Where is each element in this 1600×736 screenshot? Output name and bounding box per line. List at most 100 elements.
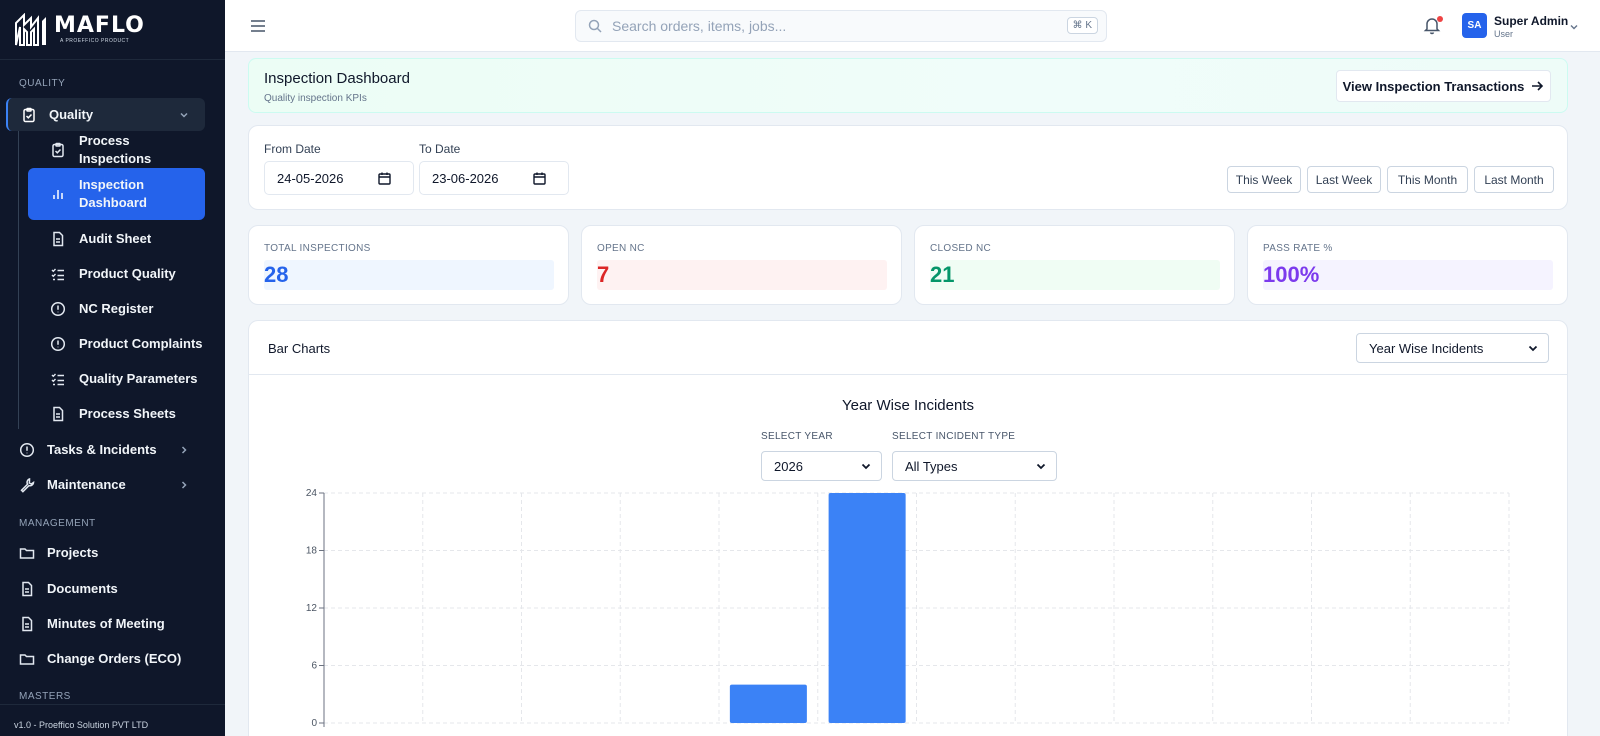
last-month-button[interactable]: Last Month [1474,166,1554,193]
year-select[interactable]: 2026 [761,451,882,481]
bar-charts-card: Bar Charts Year Wise Incidents Year Wise… [248,320,1568,736]
this-month-button[interactable]: This Month [1387,166,1468,193]
search-input[interactable] [612,18,1052,34]
chevron-down-icon [861,463,871,470]
sidebar-item-label: Quality [49,107,94,122]
chevron-down-icon [1528,345,1538,352]
clipboard-check-icon [23,107,35,122]
chevron-right-icon [181,480,187,489]
select-incident-type-label: SELECT INCIDENT TYPE [892,431,1016,442]
kpi-value: 7 [597,260,887,290]
section-label-masters: MASTERS [19,691,71,702]
select-value: Year Wise Incidents [1369,340,1484,356]
document-icon [22,581,33,596]
sidebar-item-quality-parameters[interactable]: Quality Parameters [28,362,205,396]
brand-name: MAFLO [54,13,145,38]
global-search[interactable]: ⌘ K [575,10,1107,42]
sidebar-item-label: Audit Sheet [79,231,152,246]
kpi-closed-nc: CLOSED NC 21 [914,225,1235,305]
chevron-down-icon[interactable] [1568,21,1580,33]
sidebar-item-process-sheets[interactable]: Process Sheets [28,397,205,431]
chart-title: Year Wise Incidents [841,397,974,414]
sidebar: MAFLO A PROEFFICO PRODUCT QUALITY Qualit… [0,0,225,736]
brand-logo[interactable]: MAFLO A PROEFFICO PRODUCT [0,0,225,60]
sidebar-item-quality[interactable]: Quality [6,98,205,131]
page-title: Inspection Dashboard [264,70,410,87]
select-value: All Types [905,458,958,474]
notification-dot [1437,16,1443,22]
user-name[interactable]: Super Admin [1494,14,1568,28]
calendar-icon[interactable] [533,172,546,185]
sidebar-item-product-quality[interactable]: Product Quality [28,257,205,291]
sidebar-divider [0,704,225,705]
select-year-label: SELECT YEAR [761,431,833,442]
incident-type-select[interactable]: All Types [892,451,1057,481]
version-label: v1.0 - Proeffico Solution PVT LTD [14,720,149,730]
sidebar-item-label: NC Register [79,301,154,316]
from-date-input[interactable]: 24-05-2026 [264,161,414,195]
kpi-label: OPEN NC [597,243,645,254]
sidebar-item-label: Product Complaints [79,336,203,351]
to-date-input[interactable]: 23-06-2026 [419,161,569,195]
y-tick-label: 6 [311,661,317,672]
section-label-management: MANAGEMENT [19,518,96,529]
maflo-logo-icon [15,12,46,46]
sidebar-item-nc-register[interactable]: NC Register [28,292,205,326]
chart-type-select[interactable]: Year Wise Incidents [1356,333,1549,363]
sidebar-item-change-orders[interactable]: Change Orders (ECO) [6,642,205,675]
kpi-label: CLOSED NC [930,243,992,254]
sidebar-item-maintenance[interactable]: Maintenance [6,468,205,501]
year-wise-incidents-chart: 0 6 12 18 24 [306,488,1510,729]
alert-circle-icon [19,442,35,457]
sidebar-item-label: Inspection Dashboard [79,177,147,210]
kpi-label: PASS RATE % [1263,243,1333,254]
chevron-down-icon [1036,463,1046,470]
list-check-icon [51,373,64,386]
sidebar-item-projects[interactable]: Projects [6,536,205,569]
sidebar-item-label: Process Inspections [79,133,152,166]
view-inspection-transactions-button[interactable]: View Inspection Transactions [1336,70,1551,102]
folder-icon [19,653,35,665]
kpi-total-inspections: TOTAL INSPECTIONS 28 [248,225,569,305]
sidebar-item-label: Process Sheets [79,406,176,421]
sidebar-item-product-complaints[interactable]: Product Complaints [28,327,205,361]
kpi-open-nc: OPEN NC 7 [581,225,902,305]
from-date-label: From Date [264,142,321,156]
folder-icon [19,547,35,559]
sidebar-item-minutes-of-meeting[interactable]: Minutes of Meeting [6,607,205,640]
sidebar-item-process-inspections[interactable]: Process Inspections [28,133,205,167]
hamburger-menu-icon[interactable] [249,17,267,35]
alert-circle-icon [50,336,66,352]
to-date-label: To Date [419,142,461,156]
sidebar-item-documents[interactable]: Documents [6,572,205,605]
this-week-button[interactable]: This Week [1227,166,1301,193]
chevron-right-icon [181,445,187,454]
document-icon [53,406,64,422]
arrow-right-icon [1532,81,1544,91]
calendar-icon[interactable] [378,172,391,185]
sidebar-item-tasks-incidents[interactable]: Tasks & Incidents [6,433,205,466]
clipboard-check-icon [52,142,64,158]
sidebar-item-inspection-dashboard[interactable]: Inspection Dashboard [28,168,205,220]
document-icon [53,231,64,247]
sidebar-item-label: Projects [47,545,99,560]
alert-circle-icon [50,301,66,317]
y-tick-label: 0 [311,718,317,729]
sidebar-item-label: Quality Parameters [79,371,198,386]
date-filter-card: From Date 24-05-2026 To Date 23-06-2026 … [248,125,1568,210]
brand-subtitle: A PROEFFICO PRODUCT [60,38,130,44]
avatar[interactable]: SA [1462,13,1487,38]
sidebar-item-label: Change Orders (ECO) [47,651,182,666]
section-label-quality: QUALITY [19,78,66,89]
bar-chart-icon [53,190,63,199]
sidebar-item-label: Minutes of Meeting [47,616,165,631]
sidebar-item-audit-sheet[interactable]: Audit Sheet [28,222,205,256]
y-tick-label: 12 [306,603,318,614]
chart-card-title: Bar Charts [268,341,331,356]
list-check-icon [51,268,64,281]
search-icon [588,19,602,33]
page-header-banner: Inspection Dashboard Quality inspection … [248,58,1568,113]
sidebar-item-label: Tasks & Incidents [47,442,157,457]
chevron-down-icon [180,112,188,118]
last-week-button[interactable]: Last Week [1307,166,1381,193]
